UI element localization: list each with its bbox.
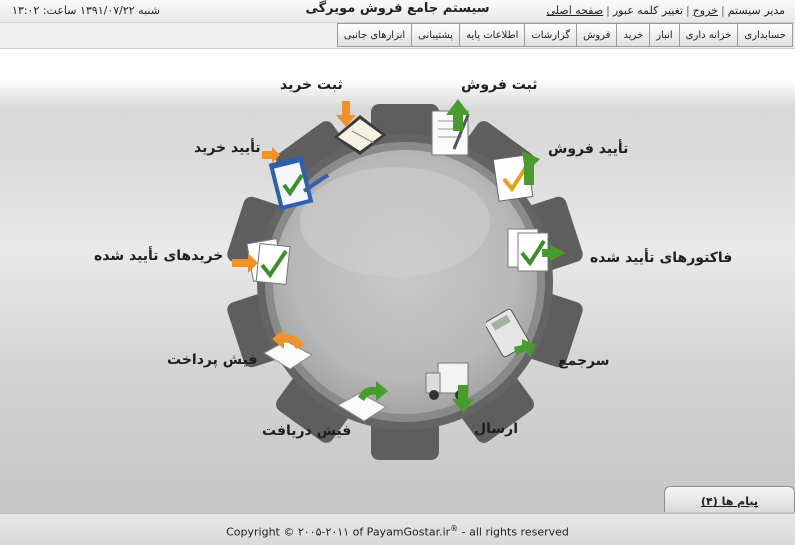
menu-base-info[interactable]: اطلاعات پایه <box>459 23 526 47</box>
workflow-area: ثبت فروش تأیید فروش فاکتورهای تأیید شده … <box>0 48 795 514</box>
date-time: شنبه ۱۳۹۱/۰۷/۲۲ ساعت: ۱۳:۰۲ <box>12 4 160 17</box>
menu-sales[interactable]: فروش <box>576 23 618 47</box>
label-approved-purchases[interactable]: خریدهای تأیید شده <box>94 248 223 264</box>
registered-mark: ® <box>450 524 459 533</box>
gear-diagram <box>227 104 583 460</box>
copyright-prefix: Copyright © ۲۰۰۵-۲۰۱۱ of PayamGostar.ir <box>226 525 451 539</box>
clipboard-check-icon[interactable] <box>258 145 336 215</box>
menu-inventory[interactable]: انبار <box>649 23 680 47</box>
label-collection[interactable]: سرجمع <box>558 353 610 369</box>
messages-label: پیام ها (۴) <box>700 495 758 508</box>
label-sale-approve[interactable]: تأیید فروش <box>548 141 628 157</box>
label-payment[interactable]: فیش پرداخت <box>167 352 257 368</box>
menu-tools[interactable]: ابزارهای جانبی <box>336 23 413 47</box>
label-purchase-approve[interactable]: تأیید خرید <box>194 140 261 156</box>
menu-accounting[interactable]: حسابداری <box>737 23 793 47</box>
menu-treasury[interactable]: خزانه داری <box>678 23 739 47</box>
label-shipping[interactable]: ارسال <box>474 421 518 437</box>
truck-icon[interactable] <box>422 355 480 413</box>
receipt-arrow-icon[interactable] <box>334 375 392 427</box>
label-purchase-register[interactable]: ثبت خرید <box>280 77 343 93</box>
document-pen-icon[interactable] <box>428 97 486 159</box>
notepad-arrow-icon[interactable] <box>330 101 392 157</box>
copyright-suffix: - all rights reserved <box>458 525 569 539</box>
menu-purchase[interactable]: خرید <box>616 23 651 47</box>
main-menu: حسابداری خزانه داری انبار خرید فروش گزار… <box>336 23 793 47</box>
label-approved-invoices[interactable]: فاکتورهای تأیید شده <box>590 250 732 266</box>
document-check-icon[interactable] <box>490 145 546 203</box>
top-bar: مدیر سیستم|خروج|تغییر کلمه عبور|صفحه اصل… <box>0 0 795 23</box>
footer: Copyright © ۲۰۰۵-۲۰۱۱ of PayamGostar.ir®… <box>0 513 795 545</box>
label-sale-register[interactable]: ثبت فروش <box>461 77 538 93</box>
calculator-icon[interactable] <box>486 305 542 363</box>
messages-tab[interactable]: پیام ها (۴) <box>664 486 795 512</box>
menu-support[interactable]: پشتیبانی <box>411 23 461 47</box>
copyright-text: Copyright © ۲۰۰۵-۲۰۱۱ of PayamGostar.ir®… <box>0 524 795 539</box>
invoices-check-icon[interactable] <box>502 223 580 279</box>
documents-check-icon[interactable] <box>230 235 304 291</box>
label-receipt[interactable]: فیش دریافت <box>262 423 351 439</box>
menu-reports[interactable]: گزارشات <box>524 23 578 47</box>
payment-arrow-icon[interactable] <box>260 323 318 375</box>
